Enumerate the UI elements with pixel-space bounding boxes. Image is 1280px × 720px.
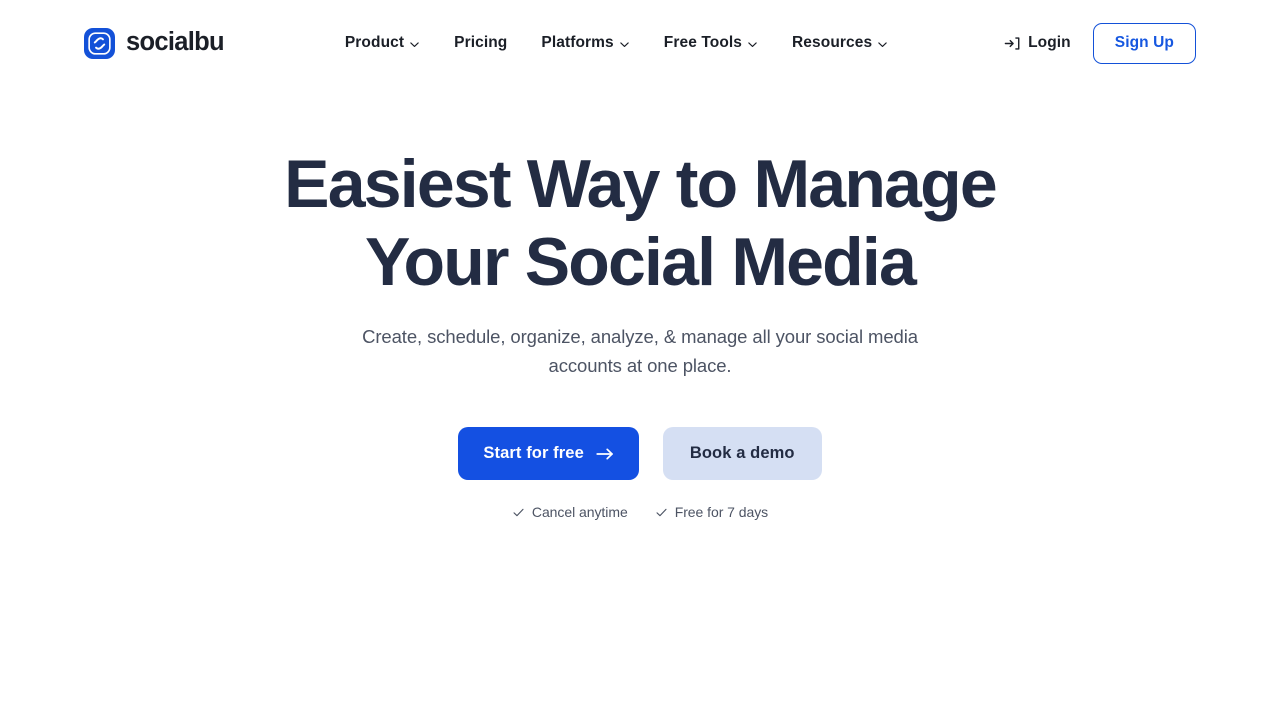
- nav-item-label: Free Tools: [663, 34, 743, 51]
- note-label: Free for 7 days: [674, 504, 769, 520]
- nav-item-label: Resources: [792, 34, 873, 51]
- socialbu-s-logo-icon: [84, 27, 115, 59]
- nav-item-label: Platforms: [541, 34, 614, 51]
- hero-section: Easiest Way to Manage Your Social Media …: [0, 86, 1280, 520]
- nav-item-resources[interactable]: Resources: [775, 26, 905, 60]
- check-icon: [655, 506, 668, 519]
- site-header: socialbu Product Pricing Platforms Free …: [0, 0, 1280, 86]
- chevron-down-icon: [409, 39, 420, 50]
- sign-up-button[interactable]: Sign Up: [1092, 22, 1196, 64]
- nav-item-label: Pricing: [454, 34, 508, 51]
- check-icon: [512, 506, 525, 519]
- chevron-down-icon: [747, 39, 758, 50]
- brand-name: socialbu: [126, 28, 225, 57]
- primary-navigation: Product Pricing Platforms Free Tools Res…: [328, 26, 905, 60]
- hero-title-line-2: Your Social Media: [364, 224, 917, 300]
- hero-cta-group: Start for free Book a demo: [0, 427, 1280, 480]
- hero-notes: Cancel anytime Free for 7 days: [0, 504, 1280, 520]
- chevron-down-icon: [877, 39, 888, 50]
- note-cancel-anytime: Cancel anytime: [512, 504, 628, 520]
- login-label: Login: [1028, 34, 1071, 51]
- start-for-free-label: Start for free: [483, 444, 584, 462]
- nav-item-platforms[interactable]: Platforms: [524, 26, 646, 60]
- login-link[interactable]: Login: [1004, 34, 1071, 52]
- nav-item-label: Product: [344, 34, 405, 51]
- hero-subtitle: Create, schedule, organize, analyze, & m…: [362, 326, 918, 376]
- brand-logo-link[interactable]: socialbu: [84, 27, 225, 59]
- note-label: Cancel anytime: [531, 504, 628, 520]
- chevron-down-icon: [619, 39, 630, 50]
- nav-item-product[interactable]: Product: [328, 26, 437, 60]
- page-title: Easiest Way to Manage Your Social Media: [260, 145, 1020, 301]
- sign-in-icon: [1004, 35, 1021, 52]
- book-a-demo-button[interactable]: Book a demo: [662, 427, 822, 480]
- arrow-right-icon: [596, 446, 614, 462]
- start-for-free-button[interactable]: Start for free: [458, 427, 639, 480]
- hero-title-line-1: Easiest Way to Manage: [284, 146, 998, 222]
- nav-item-pricing[interactable]: Pricing: [437, 26, 524, 60]
- header-actions: Login Sign Up: [1004, 22, 1196, 64]
- note-free-for-7-days: Free for 7 days: [655, 504, 768, 520]
- nav-item-free-tools[interactable]: Free Tools: [647, 26, 775, 60]
